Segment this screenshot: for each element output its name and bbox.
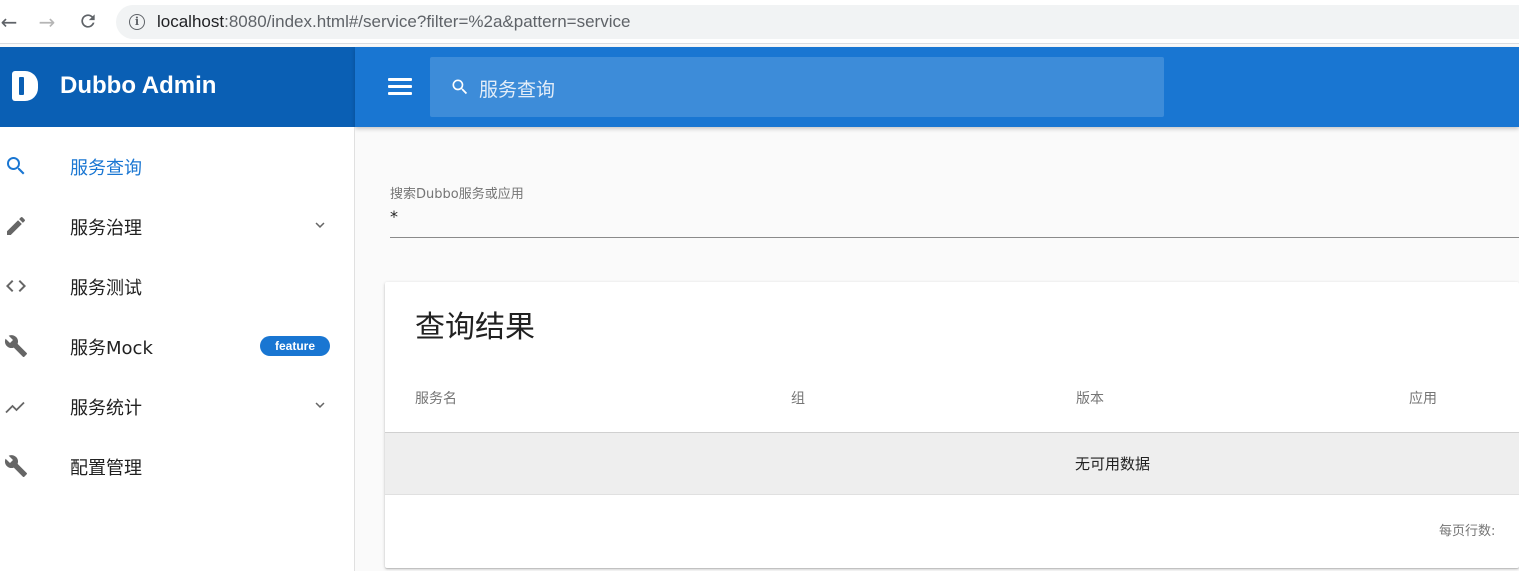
- results-title: 查询结果: [415, 310, 535, 345]
- sidebar-item-service-mock[interactable]: 服务Mock feature: [0, 316, 354, 376]
- sidebar-item-service-governance[interactable]: 服务治理: [0, 196, 354, 256]
- url-text[interactable]: localhost:8080/index.html#/service?filte…: [157, 12, 630, 32]
- table-footer-divider: [385, 494, 1519, 495]
- brand-bar: Dubbo Admin: [0, 47, 355, 127]
- reload-icon[interactable]: [77, 11, 99, 33]
- search-icon: [7, 157, 25, 175]
- column-header-version[interactable]: 版本: [1076, 388, 1104, 408]
- sidebar: 服务查询 服务治理 服务测试 服务Mock feature 服务统计 配置管理: [0, 127, 355, 571]
- search-input[interactable]: *: [390, 207, 398, 226]
- back-arrow-icon[interactable]: ←: [0, 11, 20, 33]
- rows-per-page-label: 每页行数:: [1439, 524, 1496, 539]
- wrench-icon: [4, 455, 27, 477]
- sidebar-item-service-search[interactable]: 服务查询: [0, 136, 354, 196]
- search-input-underline: [390, 237, 1519, 238]
- sidebar-item-label: 服务Mock: [70, 338, 153, 359]
- sidebar-item-label: 配置管理: [70, 458, 142, 479]
- browser-toolbar: ← → i localhost:8080/index.html#/service…: [0, 0, 1519, 44]
- results-card: 查询结果 服务名 组 版本 应用 无可用数据 每页行数:: [385, 282, 1519, 568]
- feature-badge: feature: [260, 336, 330, 356]
- app-toolbar: 服务查询: [355, 47, 1519, 127]
- pencil-icon: [7, 216, 26, 235]
- sidebar-item-config-management[interactable]: 配置管理: [0, 436, 354, 496]
- sidebar-item-label: 服务测试: [70, 278, 142, 299]
- info-icon[interactable]: i: [129, 14, 145, 30]
- sidebar-item-service-test[interactable]: 服务测试: [0, 256, 354, 316]
- code-icon: [6, 280, 26, 292]
- sidebar-item-service-statistics[interactable]: 服务统计: [0, 376, 354, 436]
- sidebar-item-label: 服务查询: [70, 158, 142, 179]
- sidebar-item-label: 服务治理: [70, 218, 142, 239]
- forward-arrow-icon[interactable]: →: [36, 11, 58, 33]
- wrench-icon: [4, 335, 27, 357]
- table-empty-row: 无可用数据: [385, 433, 1519, 494]
- chevron-down-icon[interactable]: [311, 216, 329, 234]
- search-field-label: 搜索Dubbo服务或应用: [390, 187, 524, 202]
- no-data-text: 无可用数据: [1075, 455, 1151, 473]
- chevron-down-icon[interactable]: [311, 396, 329, 414]
- search-icon: [452, 79, 468, 95]
- dubbo-logo-icon: [12, 71, 38, 101]
- column-header-application[interactable]: 应用: [1409, 388, 1437, 408]
- toolbar-search-placeholder: 服务查询: [479, 79, 556, 101]
- column-header-group[interactable]: 组: [791, 388, 805, 408]
- hamburger-menu-icon[interactable]: [388, 78, 412, 96]
- trending-icon: [5, 401, 25, 414]
- address-bar[interactable]: i localhost:8080/index.html#/service?fil…: [116, 5, 1519, 39]
- toolbar-search-input[interactable]: 服务查询: [430, 57, 1164, 117]
- sidebar-item-label: 服务统计: [70, 398, 142, 419]
- brand-title: Dubbo Admin: [60, 72, 217, 99]
- column-header-service-name[interactable]: 服务名: [415, 388, 457, 408]
